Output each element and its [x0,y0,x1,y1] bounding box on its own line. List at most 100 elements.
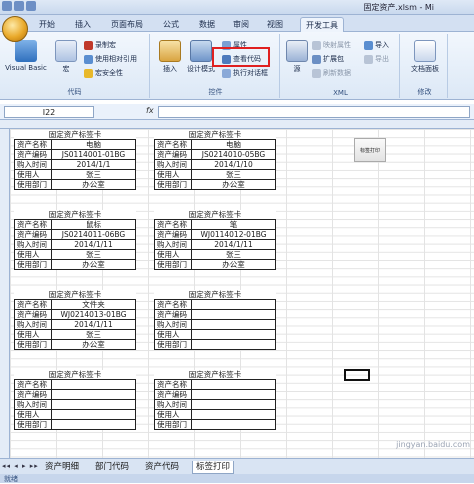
fx-icon[interactable]: fx [146,106,154,115]
field-value[interactable]: 笔 [192,220,276,229]
visual-basic-button[interactable]: Visual Basic [2,40,50,72]
field-value[interactable]: 办公室 [192,260,276,269]
field-value[interactable]: 2014/1/11 [52,240,136,249]
field-value[interactable]: 张三 [192,250,276,259]
import-button[interactable]: 导入 [364,40,389,50]
tab-page-layout[interactable]: 页面布局 [106,17,148,32]
sheet-tab-department-code[interactable]: 部门代码 [92,461,132,474]
refresh-icon [312,68,321,78]
asset-card: 固定资产标签卡 资产名称笔 资产编码 WJ0114012-01BG 购入时间 201… [154,210,276,270]
print-labels-button[interactable]: 标签打印 [354,138,386,162]
document-panel-icon [414,40,436,62]
save-icon[interactable] [2,1,12,11]
field-label: 使用部门 [154,260,192,269]
document-panel-button[interactable]: 文档面板 [404,40,446,74]
sheet-tab-label-print[interactable]: 标签打印 [192,461,235,474]
field-value[interactable] [52,420,136,429]
field-value[interactable]: WJ0114012-01BG [192,230,276,239]
sheet-tab-asset-code[interactable]: 资产代码 [142,461,182,474]
export-button[interactable]: 导出 [364,54,389,64]
field-value[interactable] [192,410,276,419]
field-value[interactable] [52,410,136,419]
field-value[interactable]: 办公室 [52,340,136,349]
map-icon [312,40,321,50]
source-button[interactable]: 源 [286,40,308,74]
field-value[interactable]: JS0214011-06BG [52,230,136,239]
selected-cell[interactable] [344,369,370,381]
field-value[interactable] [192,390,276,399]
tab-view[interactable]: 视图 [262,17,288,32]
field-label: 资产名称 [154,380,192,389]
field-value[interactable] [192,340,276,349]
group-label-modify: 修改 [417,88,432,96]
field-label: 使用部门 [14,260,52,269]
macro-button[interactable]: 宏 [54,40,78,74]
field-label: 使用部门 [154,340,192,349]
field-value[interactable]: WJ0214013-01BG [52,310,136,319]
tab-developer[interactable]: 开发工具 [300,17,344,32]
field-value[interactable] [52,400,136,409]
field-label: 使用部门 [14,420,52,429]
field-value[interactable]: 张三 [52,330,136,339]
tab-home[interactable]: 开始 [34,17,60,32]
tab-formulas[interactable]: 公式 [158,17,184,32]
formula-input[interactable] [158,106,470,118]
name-box[interactable]: I22 [4,106,94,118]
tab-insert[interactable]: 插入 [70,17,96,32]
card-title: 固定资产标签卡 [154,130,276,140]
field-value[interactable] [192,400,276,409]
field-value[interactable] [192,380,276,389]
undo-icon[interactable] [14,1,24,11]
field-value[interactable]: 电脑 [52,140,136,149]
field-label: 使用人 [14,330,52,339]
field-value[interactable]: 办公室 [52,260,136,269]
field-label: 使用部门 [154,420,192,429]
card-title: 固定资产标签卡 [14,130,136,140]
field-value[interactable]: 办公室 [52,180,136,189]
field-value[interactable]: 2014/1/1 [52,160,136,169]
record-macro-button[interactable]: 录制宏 [84,40,116,50]
relative-ref-icon [84,54,93,64]
sheet-nav-arrows[interactable]: ◂◂ ◂ ▸ ▸▸ [2,462,39,470]
sheet-tab-asset-detail[interactable]: 资产明细 [42,461,82,474]
redo-icon[interactable] [26,1,36,11]
macro-security-button[interactable]: 宏安全性 [84,68,123,78]
field-value[interactable]: 办公室 [192,180,276,189]
field-value[interactable]: 电脑 [192,140,276,149]
field-value[interactable] [192,420,276,429]
field-label: 购入时间 [154,160,192,169]
expansion-pack-button[interactable]: 扩展包 [312,54,344,64]
office-button[interactable] [2,16,28,42]
field-value[interactable]: 2014/1/11 [52,320,136,329]
tab-review[interactable]: 审阅 [228,17,254,32]
field-value[interactable]: 张三 [52,170,136,179]
field-value[interactable]: 鼠标 [52,220,136,229]
field-value[interactable] [52,380,136,389]
field-value[interactable] [192,320,276,329]
field-value[interactable]: JS0114001-01BG [52,150,136,159]
field-label: 资产名称 [154,300,192,309]
field-value[interactable]: 张三 [192,170,276,179]
field-value[interactable] [192,310,276,319]
insert-control-button[interactable]: 插入 [156,40,184,74]
field-value[interactable]: 2014/1/11 [192,240,276,249]
row-headers[interactable] [0,129,10,458]
refresh-data-button[interactable]: 刷新数据 [312,68,351,78]
column-headers[interactable] [0,120,474,129]
dialog-icon [222,68,231,78]
field-value[interactable]: 张三 [52,250,136,259]
field-value[interactable]: 2014/1/10 [192,160,276,169]
field-value[interactable] [192,330,276,339]
field-label: 资产编码 [14,150,52,159]
field-value[interactable]: 文件夹 [52,300,136,309]
tab-data[interactable]: 数据 [194,17,220,32]
map-properties-button[interactable]: 映射属性 [312,40,351,50]
field-value[interactable] [192,300,276,309]
run-dialog-button[interactable]: 执行对话框 [222,68,268,78]
field-value[interactable] [52,390,136,399]
warning-icon [84,68,93,78]
import-icon [364,40,373,50]
field-label: 资产编码 [154,150,192,159]
field-value[interactable]: JS0214010-05BG [192,150,276,159]
relative-ref-button[interactable]: 使用相对引用 [84,54,137,64]
